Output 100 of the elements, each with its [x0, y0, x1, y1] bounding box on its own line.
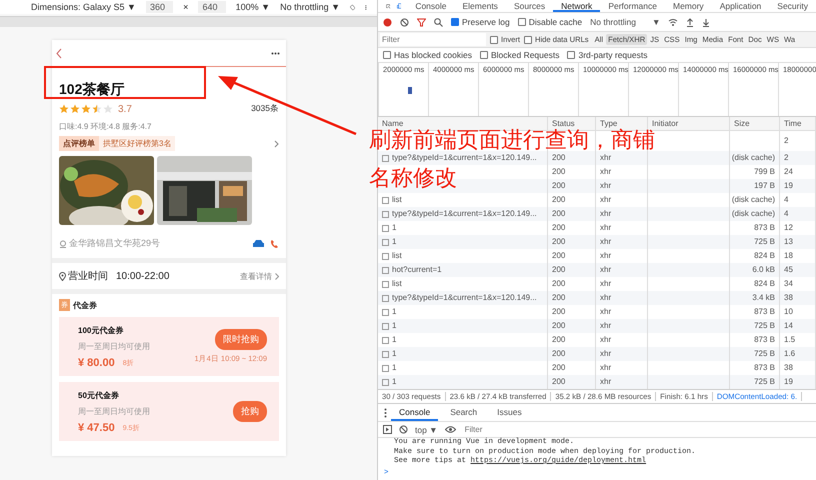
- table-cell-text: list: [392, 250, 402, 262]
- panel-tab[interactable]: Application: [712, 0, 770, 12]
- column-header[interactable]: Status: [548, 117, 596, 130]
- table-cell-text: 1: [392, 222, 396, 234]
- disable-cache-checkbox[interactable]: Disable cache: [518, 17, 582, 27]
- panel-tab[interactable]: Security: [769, 0, 816, 12]
- option-checkbox[interactable]: Blocked Requests: [480, 50, 560, 60]
- throttling-dropdown[interactable]: No throttling ▼: [590, 17, 660, 27]
- chevron-icon[interactable]: [275, 272, 279, 280]
- wifi-icon[interactable]: [668, 18, 678, 26]
- table-cell-text: xhr: [600, 264, 612, 276]
- panel-tab[interactable]: Memory: [664, 0, 712, 12]
- table-cell-text: 1: [392, 236, 396, 248]
- height-field[interactable]: 640: [198, 1, 226, 13]
- table-cell-text: xhr: [600, 376, 612, 388]
- annotation-text: 名称修改: [369, 167, 457, 189]
- record-icon[interactable]: [383, 18, 392, 26]
- back-icon[interactable]: [56, 48, 62, 58]
- star-icon: [81, 104, 91, 114]
- preserve-log-checkbox[interactable]: Preserve log: [451, 17, 510, 27]
- column-header[interactable]: Type: [596, 117, 648, 130]
- panel-tab[interactable]: Elements: [454, 0, 506, 12]
- table-cell-text: 19: [784, 180, 793, 192]
- table-cell-text: 200: [552, 320, 566, 332]
- table-cell-text: list: [392, 278, 402, 290]
- panel-tab[interactable]: Sources: [506, 0, 554, 12]
- table-cell-text: xhr: [600, 166, 612, 178]
- checkbox-icon: [382, 154, 389, 162]
- panel-tab[interactable]: Performance: [600, 0, 665, 12]
- column-header[interactable]: Size: [730, 117, 780, 130]
- checkbox-icon: [382, 350, 389, 358]
- table-cell-text: 34: [784, 278, 793, 290]
- option-checkbox[interactable]: Has blocked cookies: [383, 50, 472, 60]
- panel-tab[interactable]: Network: [553, 0, 600, 12]
- table-cell-text: 1.6: [784, 348, 796, 360]
- table-cell-text: 13: [784, 236, 793, 248]
- star-icon: [103, 104, 113, 114]
- upload-icon[interactable]: [686, 18, 694, 26]
- checkbox-icon: [382, 308, 389, 316]
- times-sign: ×: [183, 2, 188, 12]
- table-cell-text: xhr: [600, 180, 612, 192]
- ranking-tag: 点评榜单: [59, 136, 99, 151]
- table-cell-text: xhr: [600, 250, 612, 262]
- checkbox-icon: [382, 238, 389, 246]
- sidebar-icon[interactable]: [383, 425, 392, 434]
- more-icon[interactable]: [271, 52, 280, 54]
- menu-icon[interactable]: [384, 408, 387, 418]
- table-cell-text: 873 B: [754, 306, 775, 318]
- table-cell-text: 6.0 kB: [752, 264, 775, 276]
- inspect-icon[interactable]: [386, 2, 391, 11]
- drawer-tab[interactable]: Issues: [489, 404, 530, 421]
- table-cell-text: (disk cache): [732, 152, 775, 164]
- table-cell-text: 824 B: [754, 278, 775, 290]
- section-title: 代金券: [73, 300, 97, 310]
- table-cell-text: 873 B: [754, 222, 775, 234]
- clear-icon[interactable]: [400, 18, 409, 26]
- drawer-tab[interactable]: Console: [391, 404, 438, 421]
- zoom-dropdown[interactable]: 100% ▼: [236, 2, 270, 12]
- phone-icon[interactable]: [270, 238, 279, 248]
- option-checkbox[interactable]: 3rd-party requests: [567, 50, 648, 60]
- table-cell-text: 873 B: [754, 362, 775, 374]
- chevron-icon[interactable]: [274, 140, 279, 148]
- column-header[interactable]: Name: [378, 117, 548, 130]
- throttling-dropdown[interactable]: No throttling ▼: [280, 2, 340, 12]
- table-cell-text: 197 B: [754, 180, 775, 192]
- checkbox-icon: [382, 336, 389, 344]
- context-dropdown[interactable]: top ▼: [415, 424, 438, 434]
- filter-field[interactable]: Filter: [380, 33, 486, 46]
- search-icon[interactable]: [434, 18, 443, 26]
- eye-icon[interactable]: [444, 426, 456, 433]
- panel-tab[interactable]: Console: [407, 0, 454, 12]
- clear-icon[interactable]: [399, 425, 408, 434]
- table-cell-text: 4: [784, 208, 788, 220]
- table-cell-text: xhr: [600, 236, 612, 248]
- table-cell-text: xhr: [600, 320, 612, 332]
- device-icon[interactable]: [396, 1, 402, 11]
- table-cell-text: 38: [784, 362, 793, 374]
- table-cell-text: 725 B: [754, 376, 775, 388]
- table-cell-text: xhr: [600, 278, 612, 290]
- table-cell-text: xhr: [600, 362, 612, 374]
- table-cell-text: 200: [552, 264, 566, 276]
- table-cell-text: 200: [552, 334, 566, 346]
- device-dropdown[interactable]: Dimensions: Galaxy S5 ▼: [31, 2, 136, 12]
- table-cell-text: 14: [784, 320, 793, 332]
- opening-hours: 10:00-22:00: [116, 270, 170, 282]
- checkbox-icon: [382, 364, 389, 372]
- details-link[interactable]: 查看详情: [240, 270, 272, 282]
- table-cell-text: type?&typeId=1&current=1&x=120.149...: [392, 152, 537, 164]
- rotate-icon[interactable]: [350, 2, 356, 12]
- download-icon[interactable]: [702, 18, 710, 26]
- width-field[interactable]: 360: [146, 1, 174, 13]
- drawer-tab[interactable]: Search: [442, 404, 486, 421]
- table-cell-text: 1: [392, 334, 396, 346]
- car-icon[interactable]: [252, 239, 265, 248]
- column-header[interactable]: Time: [780, 117, 816, 130]
- table-cell-text: 725 B: [754, 320, 775, 332]
- column-header[interactable]: Initiator: [648, 117, 730, 130]
- filter-icon[interactable]: [417, 18, 426, 26]
- table-cell-text: 200: [552, 250, 566, 262]
- table-cell-text: 4: [784, 194, 788, 206]
